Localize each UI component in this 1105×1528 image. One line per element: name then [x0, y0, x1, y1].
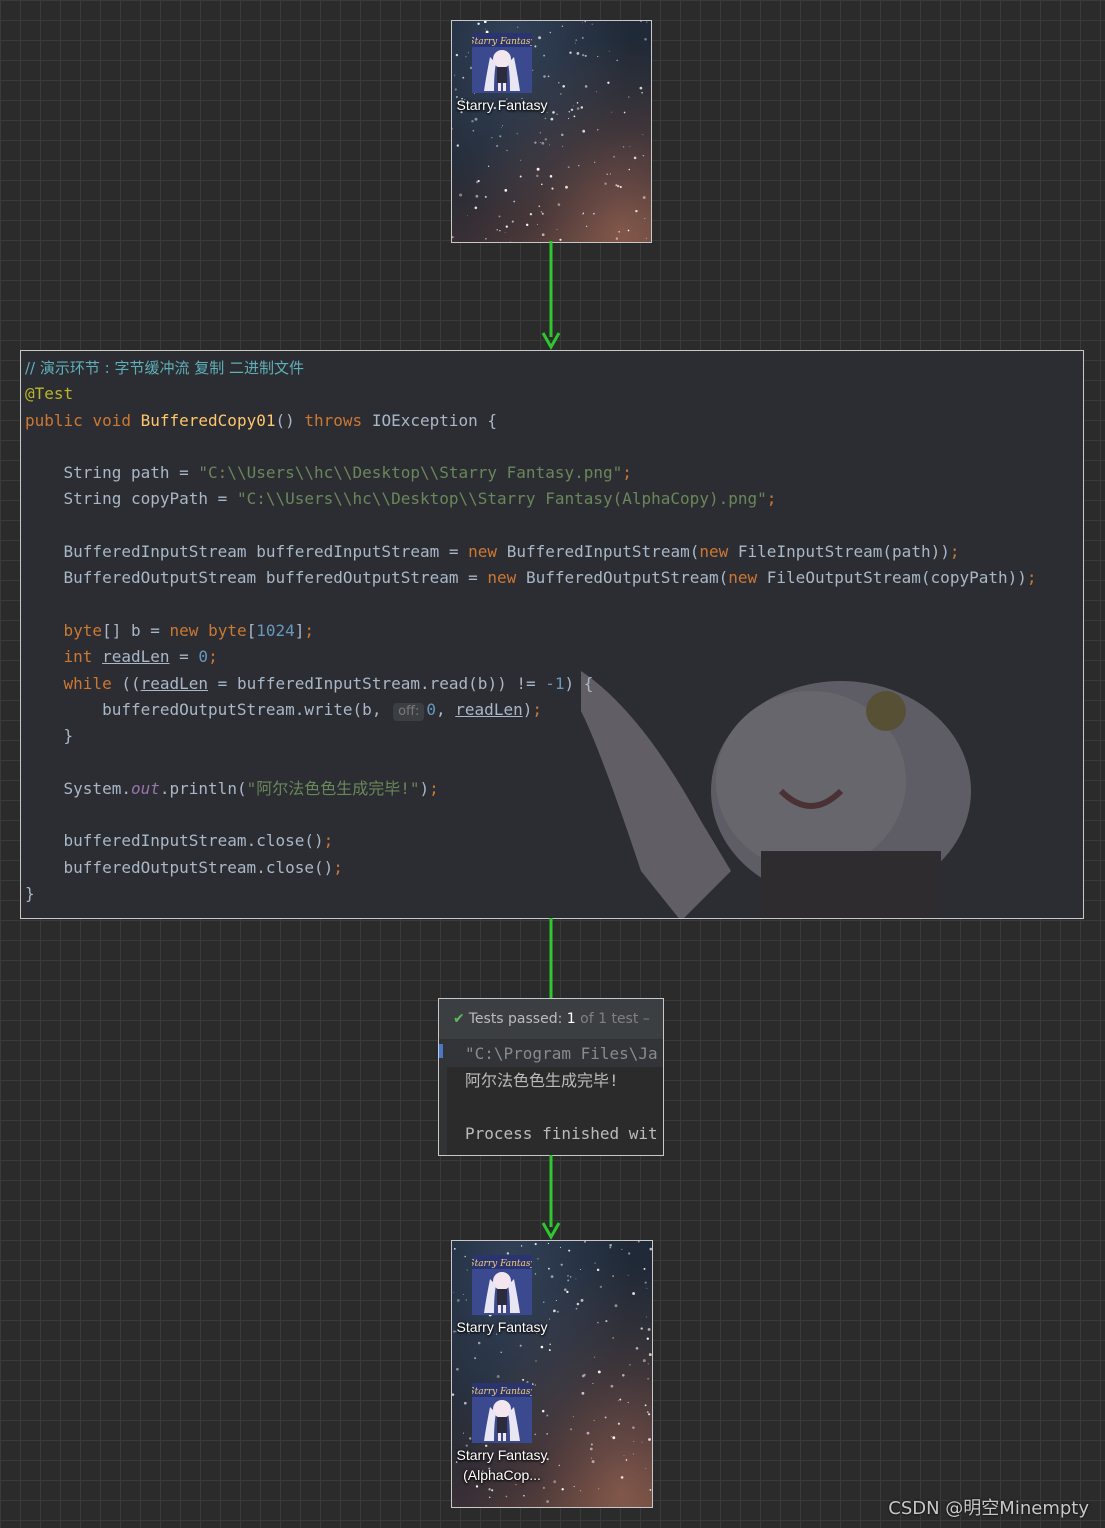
desktop-before: Starry Fantasy Starry Fantasy	[451, 20, 652, 243]
console-line-command: "C:\Program Files\Ja	[465, 1044, 658, 1063]
file-label: Starry Fantasy	[456, 97, 548, 113]
anime-character-thumbnail-icon: Starry Fantasy	[472, 33, 532, 93]
flow-arrow-2	[549, 918, 553, 998]
console-line-finished: Process finished wit	[465, 1123, 658, 1143]
desktop-file-starry-fantasy[interactable]: Starry Fantasy Starry Fantasy	[454, 1255, 550, 1337]
code-line-while: while ((readLen = bufferedInputStream.re…	[63, 673, 594, 693]
code-block[interactable]: // 演示环节 : 字节缓冲流 复制 二进制文件 @Test public void…	[25, 355, 1037, 907]
flow-arrow-3	[541, 1155, 561, 1241]
check-icon: ✔	[453, 1011, 465, 1027]
code-line-bis-close: bufferedInputStream.close();	[63, 831, 334, 851]
console-line-output: 阿尔法色色生成完毕!	[465, 1070, 619, 1090]
desktop-after: Starry Fantasy Starry Fantasy Starry Fan…	[451, 1240, 653, 1508]
code-line-bos: BufferedOutputStream bufferedOutputStrea…	[63, 568, 1037, 588]
parameter-hint: off:	[393, 702, 425, 721]
code-line-println: System.out.println("阿尔法色色生成完毕!");	[63, 778, 439, 798]
file-label: Starry Fantasy(AlphaCop...	[456, 1447, 548, 1483]
code-line-byte-array: byte[] b = new byte[1024];	[63, 620, 315, 640]
desktop-file-starry-fantasy-alphacopy[interactable]: Starry Fantasy Starry Fantasy(AlphaCop..…	[454, 1383, 550, 1485]
code-line-write: bufferedOutputStream.write(b, off: 0, rea…	[102, 699, 542, 721]
code-line-comment: // 演示环节 : 字节缓冲流 复制 二进制文件	[25, 359, 305, 377]
test-status-bar[interactable]: ✔ Tests passed: 1 of 1 test –	[439, 999, 663, 1040]
gutter-marker	[439, 1044, 443, 1058]
flow-arrow-1	[541, 241, 561, 351]
file-label: Starry Fantasy	[456, 1319, 548, 1335]
code-editor: // 演示环节 : 字节缓冲流 复制 二进制文件 @Test public void…	[20, 350, 1084, 919]
anime-character-thumbnail-icon: Starry Fantasy	[472, 1383, 532, 1443]
console-gutter	[439, 1040, 447, 1155]
svg-text:Starry Fantasy: Starry Fantasy	[472, 37, 532, 47]
code-line-readlen: int readLen = 0;	[63, 647, 218, 667]
test-run-panel: ✔ Tests passed: 1 of 1 test – "C:\Program…	[438, 998, 664, 1156]
code-line-copypath: String copyPath = "C:\\Users\\hc\\Deskto…	[63, 489, 777, 509]
code-line-close-brace: }	[25, 726, 74, 746]
code-line-signature: public void BufferedCopy01() throws IOEx…	[25, 410, 498, 430]
svg-text:Starry Fantasy: Starry Fantasy	[472, 1259, 532, 1269]
code-line-bos-close: bufferedOutputStream.close();	[63, 857, 343, 877]
anime-character-thumbnail-icon: Starry Fantasy	[472, 1255, 532, 1315]
code-line-end: }	[25, 883, 35, 903]
desktop-file-starry-fantasy[interactable]: Starry Fantasy Starry Fantasy	[454, 33, 550, 115]
csdn-watermark: CSDN @明空Minempty	[888, 1498, 1089, 1519]
code-line-bis: BufferedInputStream bufferedInputStream …	[63, 542, 960, 562]
console-output[interactable]: "C:\Program Files\Ja 阿尔法色色生成完毕! Process …	[465, 1041, 658, 1147]
code-line-path: String path = "C:\\Users\\hc\\Desktop\\S…	[63, 463, 632, 483]
code-line-annotation: @Test	[25, 384, 74, 404]
svg-text:Starry Fantasy: Starry Fantasy	[472, 1387, 532, 1397]
